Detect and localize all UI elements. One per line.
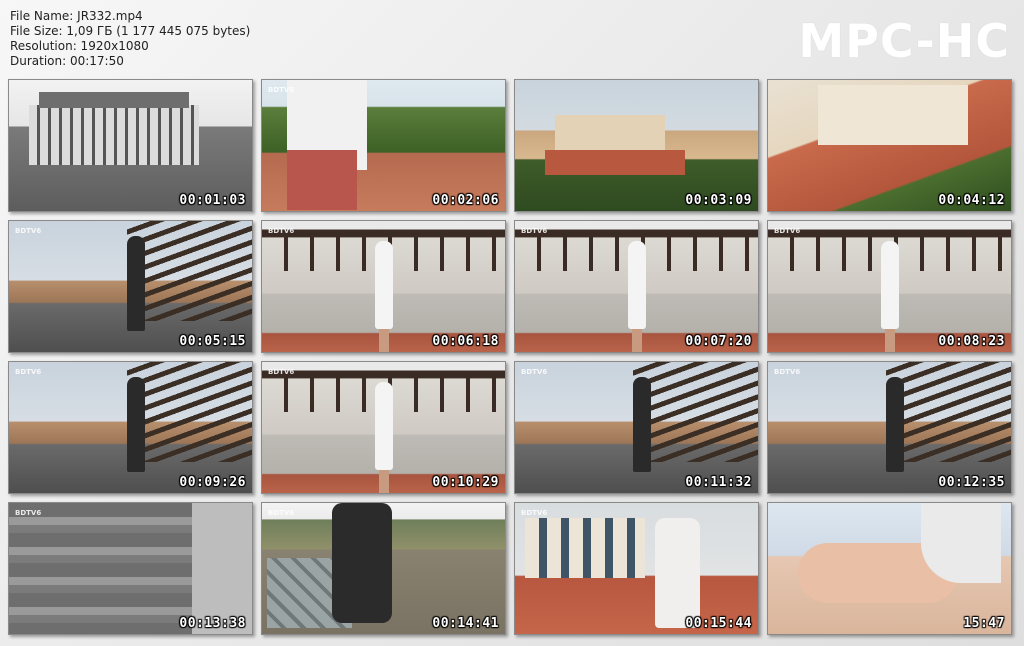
watermark: BDTV6 (15, 509, 42, 517)
thumbnail-image (515, 503, 758, 634)
watermark: BDTV6 (774, 368, 801, 376)
watermark: BDTV6 (15, 227, 42, 235)
thumbnail-11[interactable]: BDTV6 00:11:32 (514, 361, 759, 494)
file-size-label: File Size: 1,09 ГБ (1 177 445 075 bytes) (10, 24, 251, 38)
watermark: BDTV6 (268, 509, 295, 517)
thumbnail-5[interactable]: BDTV6 00:05:15 (8, 220, 253, 353)
thumbnail-6[interactable]: BDTV6 00:06:18 (261, 220, 506, 353)
timestamp: 00:13:38 (179, 616, 246, 631)
watermark: BDTV6 (521, 227, 548, 235)
thumbnail-15[interactable]: BDTV6 00:15:44 (514, 502, 759, 635)
watermark: BDTV6 (15, 368, 42, 376)
thumbnail-image (9, 221, 252, 352)
thumbnail-12[interactable]: BDTV6 00:12:35 (767, 361, 1012, 494)
thumbnail-image (515, 80, 758, 211)
timestamp: 00:03:09 (685, 193, 752, 208)
resolution-label: Resolution: 1920x1080 (10, 39, 149, 53)
watermark: BDTV6 (521, 509, 548, 517)
thumbnail-7[interactable]: BDTV6 00:07:20 (514, 220, 759, 353)
thumbnail-13[interactable]: BDTV6 00:13:38 (8, 502, 253, 635)
timestamp: 00:08:23 (938, 334, 1005, 349)
thumbnail-16[interactable]: 15:47 (767, 502, 1012, 635)
thumbnail-2[interactable]: BDTV6 00:02:06 (261, 79, 506, 212)
timestamp: 00:07:20 (685, 334, 752, 349)
timestamp: 00:04:12 (938, 193, 1005, 208)
thumbnail-1[interactable]: 00:01:03 (8, 79, 253, 212)
watermark: BDTV6 (268, 227, 295, 235)
thumbnail-4[interactable]: 00:04:12 (767, 79, 1012, 212)
watermark: BDTV6 (774, 227, 801, 235)
thumbnail-image (768, 503, 1011, 634)
file-info-panel: File Name: JR332.mp4 File Size: 1,09 ГБ … (10, 9, 250, 69)
duration-label: Duration: 00:17:50 (10, 54, 124, 68)
thumbnail-image (262, 221, 505, 352)
thumbnail-image (768, 80, 1011, 211)
thumbnail-image (9, 362, 252, 493)
timestamp: 00:14:41 (432, 616, 499, 631)
timestamp: 00:02:06 (432, 193, 499, 208)
timestamp: 00:06:18 (432, 334, 499, 349)
thumbnail-image (262, 503, 505, 634)
thumbnail-grid: 00:01:03 BDTV6 00:02:06 00:03:09 00:04:12… (8, 79, 1012, 635)
thumbnail-image (515, 362, 758, 493)
thumbnail-10[interactable]: BDTV6 00:10:29 (261, 361, 506, 494)
watermark: BDTV6 (268, 368, 295, 376)
mpc-hc-logo: MPC-HC (798, 14, 1010, 68)
thumbnail-image (515, 221, 758, 352)
timestamp: 00:05:15 (179, 334, 246, 349)
thumbnail-image (262, 362, 505, 493)
thumbnail-image (9, 503, 252, 634)
thumbnail-14[interactable]: BDTV6 00:14:41 (261, 502, 506, 635)
thumbnail-9[interactable]: BDTV6 00:09:26 (8, 361, 253, 494)
timestamp: 15:47 (963, 616, 1005, 631)
timestamp: 00:09:26 (179, 475, 246, 490)
thumbnail-image (9, 80, 252, 211)
timestamp: 00:15:44 (685, 616, 752, 631)
thumbnail-8[interactable]: BDTV6 00:08:23 (767, 220, 1012, 353)
timestamp: 00:10:29 (432, 475, 499, 490)
thumbnail-image (768, 362, 1011, 493)
thumbnail-image (768, 221, 1011, 352)
watermark: BDTV6 (268, 86, 295, 94)
thumbnail-image (262, 80, 505, 211)
file-name-label: File Name: JR332.mp4 (10, 9, 143, 23)
thumbnail-3[interactable]: 00:03:09 (514, 79, 759, 212)
timestamp: 00:11:32 (685, 475, 752, 490)
timestamp: 00:12:35 (938, 475, 1005, 490)
watermark: BDTV6 (521, 368, 548, 376)
timestamp: 00:01:03 (179, 193, 246, 208)
